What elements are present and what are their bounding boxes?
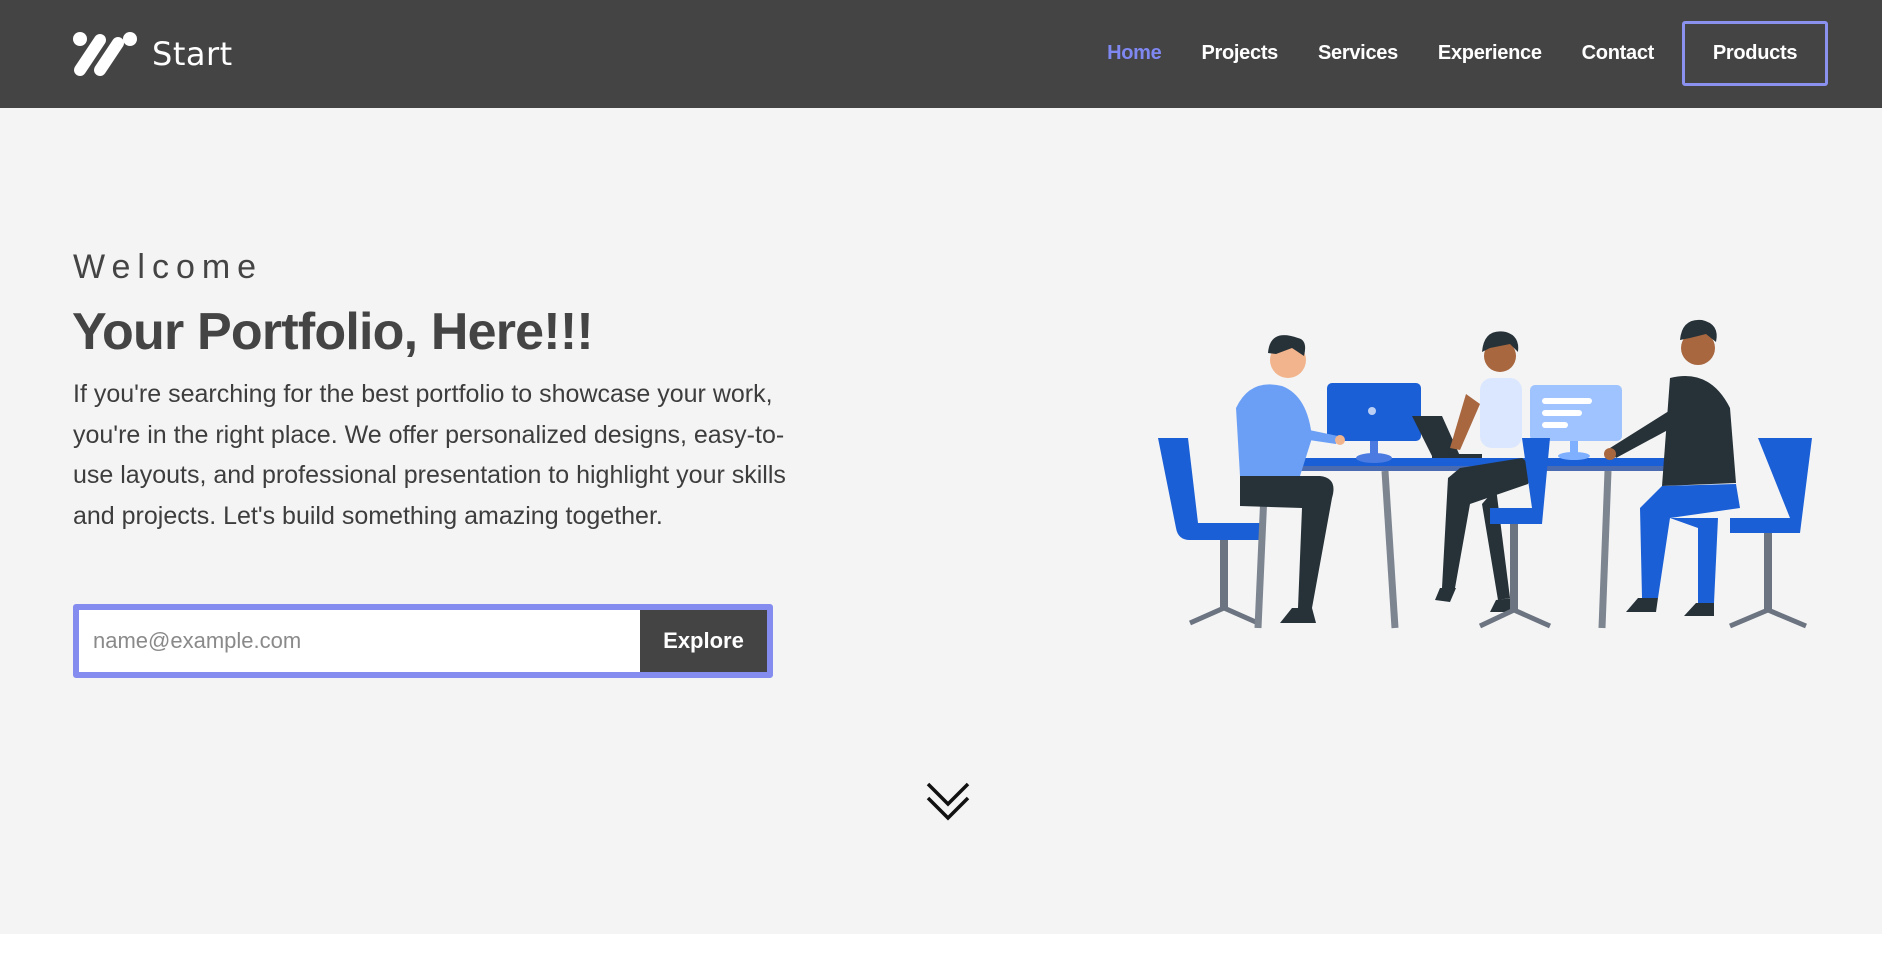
hero-section: Welcome Your Portfolio, Here!!! If you'r… xyxy=(0,108,1882,934)
welcome-text: Welcome xyxy=(73,248,264,286)
main-nav: Home Projects Services Experience Contac… xyxy=(1067,21,1828,86)
double-chevron-down-icon[interactable] xyxy=(924,778,972,826)
nav-link-home[interactable]: Home xyxy=(1107,42,1162,65)
email-field[interactable] xyxy=(79,610,640,672)
page-title: Your Portfolio, Here!!! xyxy=(72,303,594,361)
team-working-illustration xyxy=(1158,319,1812,629)
slash-logo-icon xyxy=(73,32,137,76)
brand-name: Start xyxy=(152,35,233,73)
person-icon xyxy=(1236,335,1345,623)
monitor-icon xyxy=(1327,383,1421,463)
explore-button[interactable]: Explore xyxy=(640,610,767,672)
products-button[interactable]: Products xyxy=(1682,21,1828,86)
nav-link-projects[interactable]: Projects xyxy=(1201,42,1278,65)
right-chair-icon xyxy=(1729,438,1812,629)
nav-link-experience[interactable]: Experience xyxy=(1438,42,1542,65)
brand[interactable]: Start xyxy=(72,30,233,78)
nav-link-contact[interactable]: Contact xyxy=(1582,42,1655,65)
hero-description: If you're searching for the best portfol… xyxy=(73,380,786,530)
navbar: Start Home Projects Services Experience … xyxy=(0,0,1882,108)
signup-form: Explore xyxy=(73,604,773,678)
nav-link-services[interactable]: Services xyxy=(1318,42,1398,65)
